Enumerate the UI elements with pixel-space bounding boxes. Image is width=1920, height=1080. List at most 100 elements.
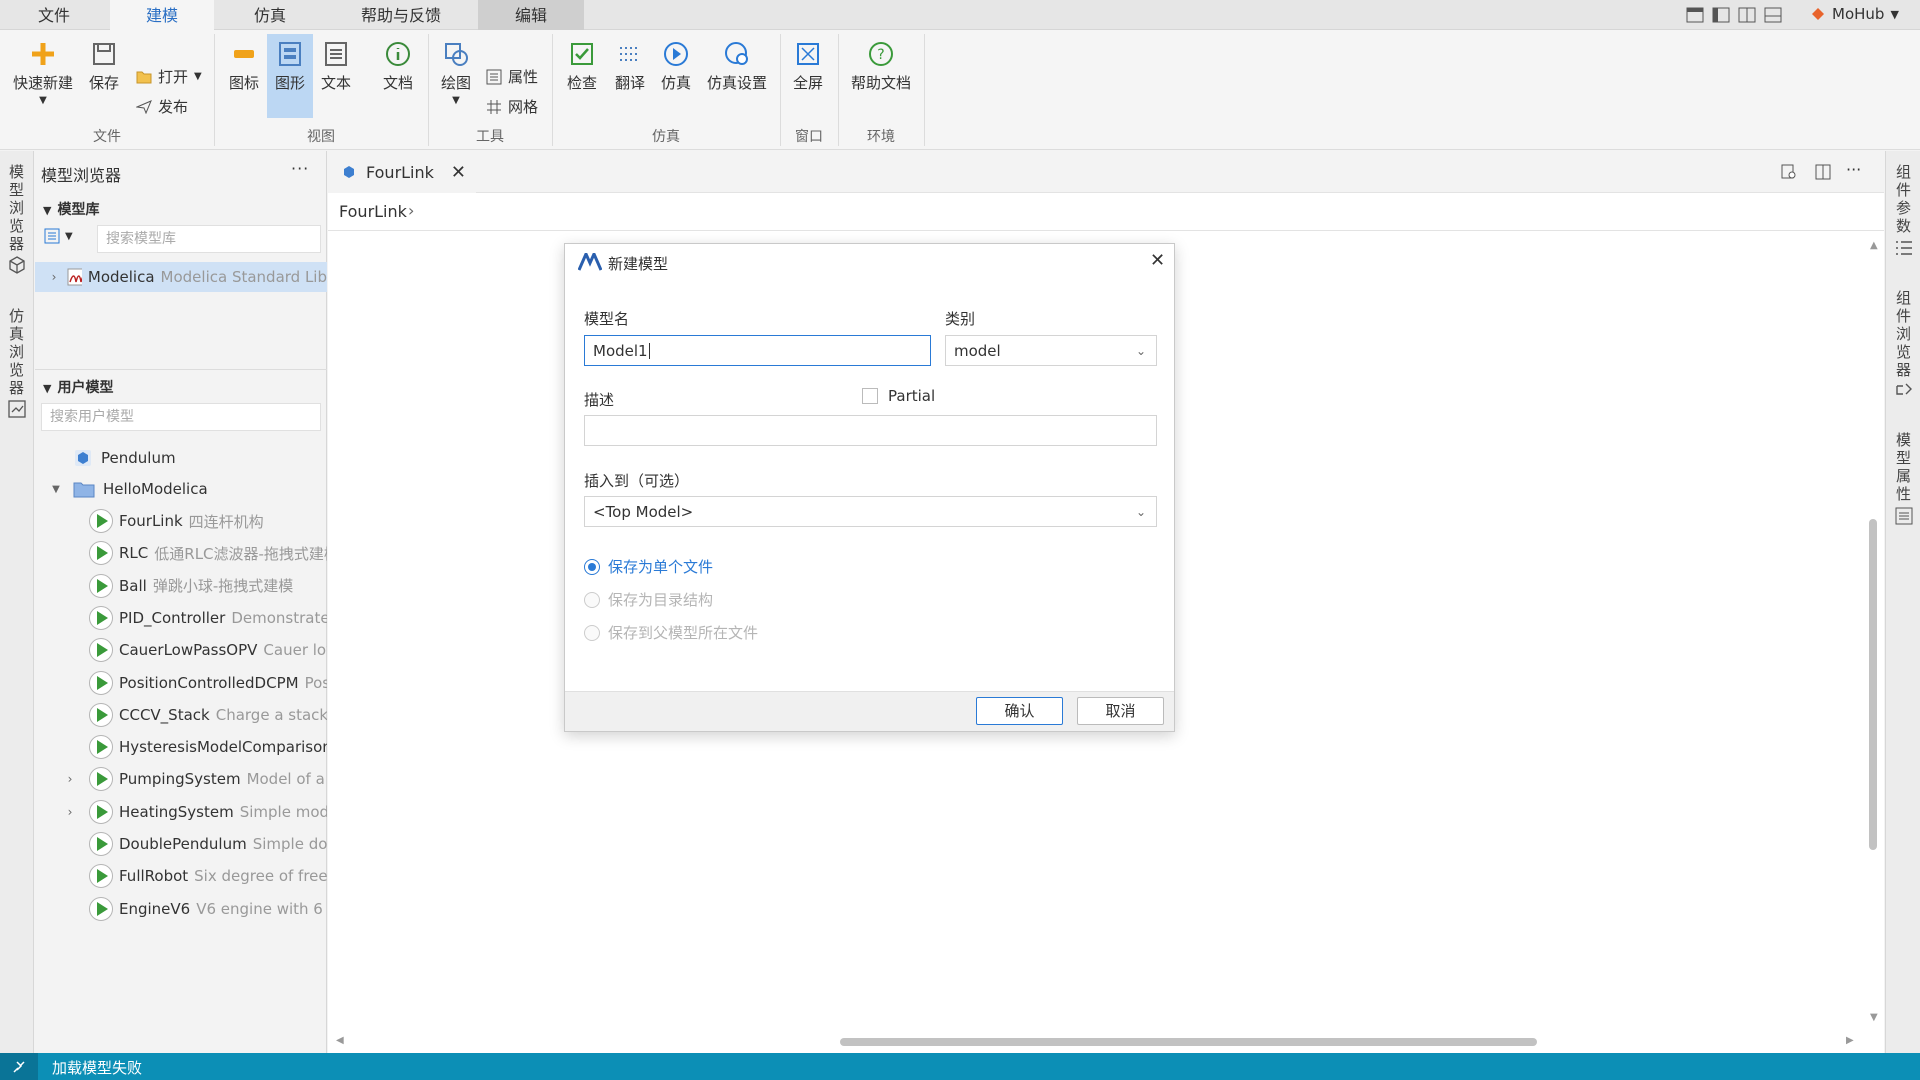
grid-icon xyxy=(487,99,501,114)
confirm-button[interactable]: 确认 xyxy=(976,697,1063,725)
sim-browser-tab[interactable]: 仿真浏览器 xyxy=(9,307,25,397)
tree-item-model[interactable]: › HeatingSystem Simple model of a heating … xyxy=(35,797,327,827)
close-icon[interactable]: ✕ xyxy=(451,162,466,183)
split-editor-icon[interactable] xyxy=(1814,163,1832,181)
scroll-left-icon[interactable]: ◀ xyxy=(336,1035,344,1046)
tree-item-model[interactable]: DoublePendulum Simple double pendulum xyxy=(35,829,327,859)
properties-icon[interactable] xyxy=(1894,507,1914,525)
chevron-right-icon[interactable]: › xyxy=(63,805,77,819)
layout-left-icon[interactable] xyxy=(1712,7,1730,23)
tree-view-icon xyxy=(44,228,60,244)
help-doc-button[interactable]: ? 帮助文档 xyxy=(844,40,918,93)
tree-item-model[interactable]: CauerLowPassOPV Cauer low pass filter xyxy=(35,635,327,665)
component-params-tab[interactable]: 组件参数 xyxy=(1896,163,1912,235)
properties-button[interactable]: 属性 xyxy=(486,66,538,87)
partial-checkbox[interactable]: Partial xyxy=(862,387,935,405)
model-browser-tab[interactable]: 模型浏览器 xyxy=(9,163,25,253)
chart-window-icon[interactable] xyxy=(7,399,27,419)
layout-split-icon[interactable] xyxy=(1738,7,1756,23)
radio-single-file[interactable]: 保存为单个文件 xyxy=(584,556,713,577)
tree-item-model[interactable]: Ball 弹跳小球-拖拽式建模 xyxy=(35,571,327,601)
model-browser-panel: 模型浏览器 ··· ▼ 模型库 ▼ 搜索模型库 › Modelica Modeli… xyxy=(35,151,327,1053)
user-search-input[interactable]: 搜索用户模型 xyxy=(41,403,321,431)
diagram-view-icon xyxy=(279,42,301,66)
icon-view-button[interactable]: 图标 xyxy=(222,40,266,93)
remote-icon[interactable] xyxy=(0,1053,38,1080)
tree-item-model[interactable]: PID_Controller Demonstrates the usage xyxy=(35,603,327,633)
diagram-view-button[interactable]: 图形 xyxy=(267,34,313,118)
divider xyxy=(924,34,925,146)
menu-tab-simulation[interactable]: 仿真 xyxy=(222,0,318,30)
tree-item-model[interactable]: EngineV6 V6 engine with 6 cylinders xyxy=(35,894,327,924)
quick-new-button[interactable]: 快速新建 ▼ xyxy=(8,40,78,106)
find-icon[interactable] xyxy=(1780,163,1798,181)
insert-into-value: <Top Model> xyxy=(593,502,694,521)
model-properties-tab[interactable]: 模型属性 xyxy=(1896,431,1912,503)
user-section-header[interactable]: ▼ 用户模型 xyxy=(43,377,113,397)
user-menu[interactable]: MoHub ▼ xyxy=(1810,5,1899,23)
grid-button[interactable]: 网格 xyxy=(486,96,538,117)
tree-item-model[interactable]: HysteresisModelComparisonComparison xyxy=(35,732,327,762)
library-filter[interactable]: ▼ xyxy=(43,227,73,245)
draw-button[interactable]: 绘图 ▼ xyxy=(434,40,478,106)
cube-icon[interactable] xyxy=(7,255,27,275)
simulate-button[interactable]: 仿真 xyxy=(654,40,698,93)
doc-view-button[interactable]: 文档 xyxy=(376,40,420,93)
fullscreen-button[interactable]: 全屏 xyxy=(786,40,830,93)
tree-item-hellomodelica[interactable]: ▼ HelloModelica xyxy=(35,474,327,504)
save-button[interactable]: 保存 xyxy=(84,40,124,93)
layout-top-icon[interactable] xyxy=(1686,7,1704,23)
insert-into-select[interactable]: <Top Model> ⌄ xyxy=(584,496,1157,527)
horizontal-scrollbar[interactable] xyxy=(840,1038,1537,1046)
tree-item-model[interactable]: RLC 低通RLC滤波器-拖拽式建模 xyxy=(35,538,327,568)
sim-settings-button[interactable]: 仿真设置 xyxy=(702,40,772,93)
tree-item-model[interactable]: › PumpingSystem Model of a pumping system xyxy=(35,764,327,794)
properties-icon xyxy=(486,69,502,84)
menu-tab-edit[interactable]: 编辑 xyxy=(478,0,584,30)
breadcrumb: FourLink › xyxy=(328,193,1884,231)
tree-item-pendulum[interactable]: Pendulum xyxy=(35,443,327,473)
menu-tab-help[interactable]: 帮助与反馈 xyxy=(338,0,464,30)
tree-item-model[interactable]: PositionControlledDCPM Position controlle… xyxy=(35,668,327,698)
radio-parent-file[interactable]: 保存到父模型所在文件 xyxy=(584,622,758,643)
tree-item-model[interactable]: FullRobot Six degree of freedom robot xyxy=(35,861,327,891)
breadcrumb-item[interactable]: FourLink xyxy=(339,202,407,221)
play-icon xyxy=(89,896,113,921)
publish-button[interactable]: 发布 xyxy=(136,96,188,117)
scroll-right-icon[interactable]: ▶ xyxy=(1846,1035,1854,1046)
check-button[interactable]: 检查 xyxy=(560,40,604,93)
close-icon[interactable]: ✕ xyxy=(1150,250,1165,271)
chevron-right-icon[interactable]: › xyxy=(47,270,61,284)
tree-item-model[interactable]: CCCV_Stack Charge a stack with CCCV xyxy=(35,700,327,730)
library-item-modelica[interactable]: › Modelica Modelica Standard Lib xyxy=(35,262,327,292)
vertical-scrollbar[interactable] xyxy=(1869,519,1877,850)
more-options-icon[interactable]: ··· xyxy=(1846,160,1861,179)
icon-view-icon xyxy=(234,50,254,58)
components-icon[interactable] xyxy=(1894,381,1914,399)
model-name-input[interactable]: Model1 xyxy=(584,335,931,366)
component-browser-tab[interactable]: 组件浏览器 xyxy=(1896,289,1912,379)
layout-bottom-icon[interactable] xyxy=(1764,7,1782,23)
more-options-icon[interactable]: ··· xyxy=(291,159,309,178)
radio-directory[interactable]: 保存为目录结构 xyxy=(584,589,713,610)
class-select[interactable]: model ⌄ xyxy=(945,335,1157,366)
menu-tab-file[interactable]: 文件 xyxy=(10,0,98,30)
help-icon: ? xyxy=(869,42,893,66)
panel-title: 模型浏览器 xyxy=(41,166,122,185)
open-button[interactable]: 打开 ▼ xyxy=(136,66,202,87)
chevron-right-icon[interactable]: › xyxy=(63,772,77,786)
scroll-up-icon[interactable]: ▲ xyxy=(1870,240,1878,251)
group-label-sim: 仿真 xyxy=(652,129,680,145)
tree-item-model[interactable]: FourLink 四连杆机构 xyxy=(35,506,327,536)
text-view-button[interactable]: 文本 xyxy=(314,40,358,93)
list-icon[interactable] xyxy=(1894,239,1914,257)
library-search-input[interactable]: 搜索模型库 xyxy=(97,225,321,253)
description-input[interactable] xyxy=(584,415,1157,446)
cancel-button[interactable]: 取消 xyxy=(1077,697,1164,725)
menu-tab-modeling[interactable]: 建模 xyxy=(110,0,214,31)
translate-button[interactable]: 翻译 xyxy=(608,40,652,93)
scroll-down-icon[interactable]: ▼ xyxy=(1870,1012,1878,1023)
chevron-down-icon[interactable]: ▼ xyxy=(49,484,63,495)
editor-tab-fourlink[interactable]: FourLink ✕ xyxy=(328,151,476,193)
library-section-header[interactable]: ▼ 模型库 xyxy=(43,199,99,219)
